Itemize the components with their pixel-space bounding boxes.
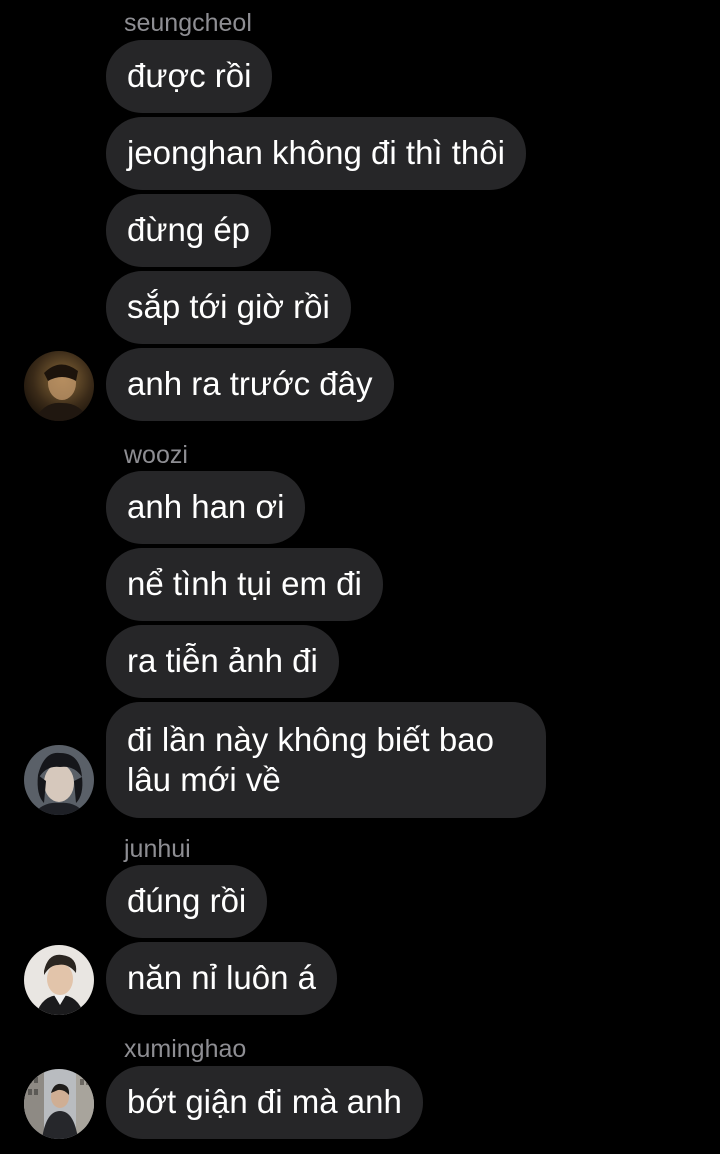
sender-name: woozi <box>124 441 188 469</box>
user-avatar-seungcheol-icon[interactable] <box>24 351 94 421</box>
sender-name: junhui <box>124 835 191 863</box>
sender-name: xuminghao <box>124 1035 247 1063</box>
sender-name: seungcheol <box>124 9 252 37</box>
user-avatar-woozi-icon[interactable] <box>24 745 94 815</box>
user-avatar-xuminghao-icon[interactable] <box>24 1069 94 1139</box>
message-bubble[interactable]: đừng ép <box>106 194 272 267</box>
user-avatar-junhui-icon[interactable] <box>24 945 94 1015</box>
message-bubble[interactable]: được rồi <box>106 40 273 113</box>
message-bubble[interactable]: nể tình tụi em đi <box>106 548 383 621</box>
message-bubble[interactable]: ra tiễn ảnh đi <box>106 625 339 698</box>
message-bubble[interactable]: đúng rồi <box>106 865 268 938</box>
message-bubble[interactable]: jeonghan không đi thì thôi <box>106 117 526 190</box>
message-bubble[interactable]: sắp tới giờ rồi <box>106 271 351 344</box>
message-bubble[interactable]: năn nỉ luôn á <box>106 942 337 1015</box>
message-bubble[interactable]: anh ra trước đây <box>106 348 394 421</box>
message-bubble[interactable]: anh han ơi <box>106 471 306 544</box>
message-bubble[interactable]: đi lần này không biết bao lâu mới về <box>106 702 546 818</box>
message-bubble[interactable]: bớt giận đi mà anh <box>106 1066 423 1139</box>
